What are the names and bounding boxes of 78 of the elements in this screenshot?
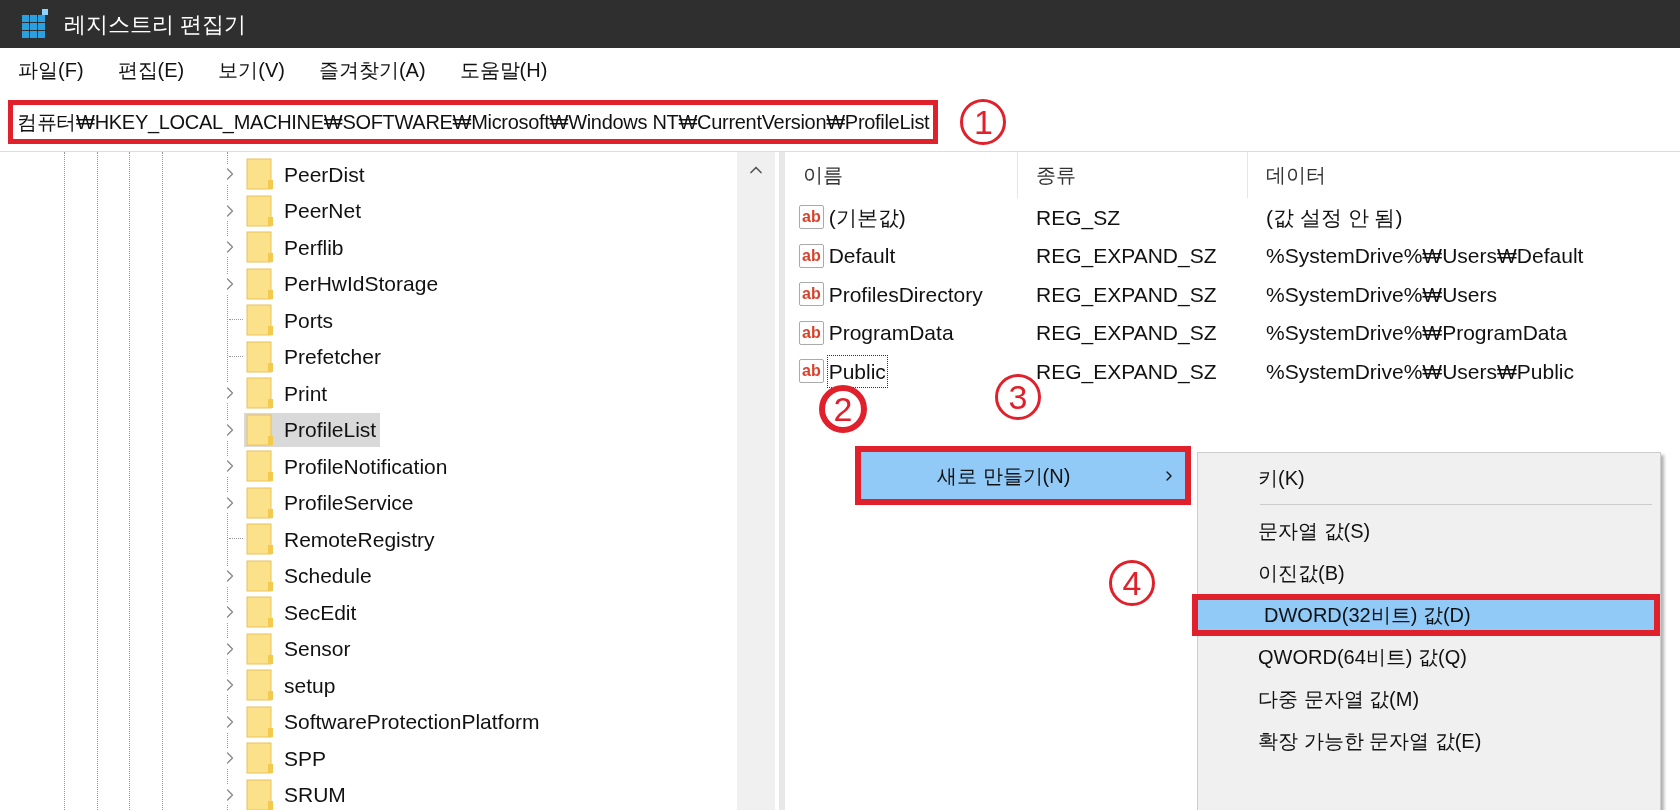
menu-item[interactable]: 파일(F) [18, 55, 84, 85]
value-type: REG_EXPAND_SZ [1035, 243, 1218, 270]
folder-icon [246, 413, 274, 446]
string-value-icon: ab [799, 282, 824, 307]
folder-icon [246, 340, 274, 373]
value-name[interactable]: Default [827, 240, 897, 272]
context-menu-item[interactable]: 새로 만들기(N) [855, 446, 1191, 505]
tree-item[interactable]: RemoteRegistry [244, 522, 439, 557]
menu-item[interactable]: 도움말(H) [459, 55, 548, 85]
value-type: REG_EXPAND_SZ [1035, 281, 1218, 309]
submenu-item[interactable]: 이진값(B) [1198, 552, 1660, 594]
submenu-item[interactable]: DWORD(32비트) 값(D) [1192, 594, 1660, 636]
folder-icon [246, 742, 274, 775]
string-value-icon: ab [799, 320, 824, 345]
tree-item[interactable]: Prefetcher [244, 339, 385, 374]
menu-item[interactable]: 즐겨찾기(A) [318, 55, 426, 85]
tree-item[interactable]: SoftwareProtectionPlatform [244, 704, 544, 739]
folder-icon [246, 158, 274, 191]
value-type: REG_SZ [1035, 204, 1122, 232]
tree-item[interactable]: SPP [244, 741, 331, 776]
tree-item[interactable]: SecEdit [244, 595, 361, 630]
column-header[interactable]: 이름 [803, 160, 843, 190]
tree-item[interactable]: SRUM [244, 777, 350, 810]
registry-app-icon [20, 9, 50, 39]
value-name[interactable]: ProfilesDirectory [827, 278, 984, 310]
value-name[interactable]: (기본값) [827, 201, 907, 233]
step-number-marker: 2 [819, 385, 867, 433]
submenu-item[interactable]: 다중 문자열 값(M) [1198, 678, 1660, 720]
tree-item[interactable]: PeerNet [244, 193, 366, 228]
folder-icon [246, 705, 274, 738]
folder-icon [246, 304, 274, 337]
tree-item[interactable]: Print [244, 376, 332, 411]
folder-icon [246, 194, 274, 227]
column-header[interactable]: 데이터 [1266, 160, 1326, 190]
submenu-item[interactable]: 문자열 값(S) [1198, 510, 1660, 552]
value-data: (값 설정 안 됨) [1265, 204, 1403, 231]
submenu-item[interactable]: 확장 가능한 문자열 값(E) [1198, 720, 1660, 762]
value-type: REG_EXPAND_SZ [1035, 320, 1218, 347]
tree-item[interactable]: Schedule [244, 558, 376, 593]
folder-icon [246, 632, 274, 665]
menu-item[interactable]: 편집(E) [117, 55, 185, 85]
value-data: %SystemDrive%₩Users [1265, 281, 1498, 308]
string-value-icon: ab [799, 205, 824, 230]
tree-item[interactable]: Sensor [244, 631, 355, 666]
column-header[interactable]: 종류 [1036, 160, 1076, 190]
tree-item[interactable]: PeerDist [244, 157, 369, 192]
folder-icon [246, 486, 274, 519]
folder-icon [246, 596, 274, 629]
window-title: 레지스트리 편집기 [64, 10, 247, 39]
folder-icon [246, 450, 274, 483]
folder-icon [246, 523, 274, 556]
submenu-item[interactable]: QWORD(64비트) 값(Q) [1198, 636, 1660, 678]
tree-item[interactable]: PerHwIdStorage [244, 266, 443, 301]
tree-item[interactable]: Perflib [244, 230, 348, 265]
step-number-marker: 4 [1109, 560, 1155, 606]
string-value-icon: ab [799, 243, 824, 268]
tree-item[interactable]: ProfileList [244, 412, 381, 447]
tree-item[interactable]: Ports [244, 303, 337, 338]
folder-icon [246, 778, 274, 810]
step-number-marker: 1 [960, 98, 1007, 145]
tree-item[interactable]: ProfileNotification [244, 449, 452, 484]
value-name[interactable]: Public [827, 355, 887, 387]
folder-icon [246, 559, 274, 592]
tree-item[interactable]: ProfileService [244, 485, 418, 520]
folder-icon [246, 231, 274, 264]
folder-icon [246, 669, 274, 702]
string-value-icon: ab [799, 359, 824, 384]
value-data: %SystemDrive%₩ProgramData [1265, 320, 1568, 346]
submenu-item[interactable]: 키(K) [1198, 457, 1660, 499]
value-data: %SystemDrive%₩Users₩Default [1265, 243, 1584, 269]
value-name[interactable]: ProgramData [827, 317, 955, 349]
value-data: %SystemDrive%₩Users₩Public [1265, 358, 1575, 385]
scrollbar[interactable] [737, 152, 775, 810]
folder-icon [246, 377, 274, 410]
tree-item[interactable]: setup [244, 668, 340, 703]
folder-icon [246, 267, 274, 300]
address-field[interactable]: 컴퓨터₩HKEY_LOCAL_MACHINE₩SOFTWARE₩Microsoft₩Windows NT₩CurrentVersion₩ProfileList [8, 99, 939, 144]
menu-item[interactable]: 보기(V) [218, 55, 285, 85]
